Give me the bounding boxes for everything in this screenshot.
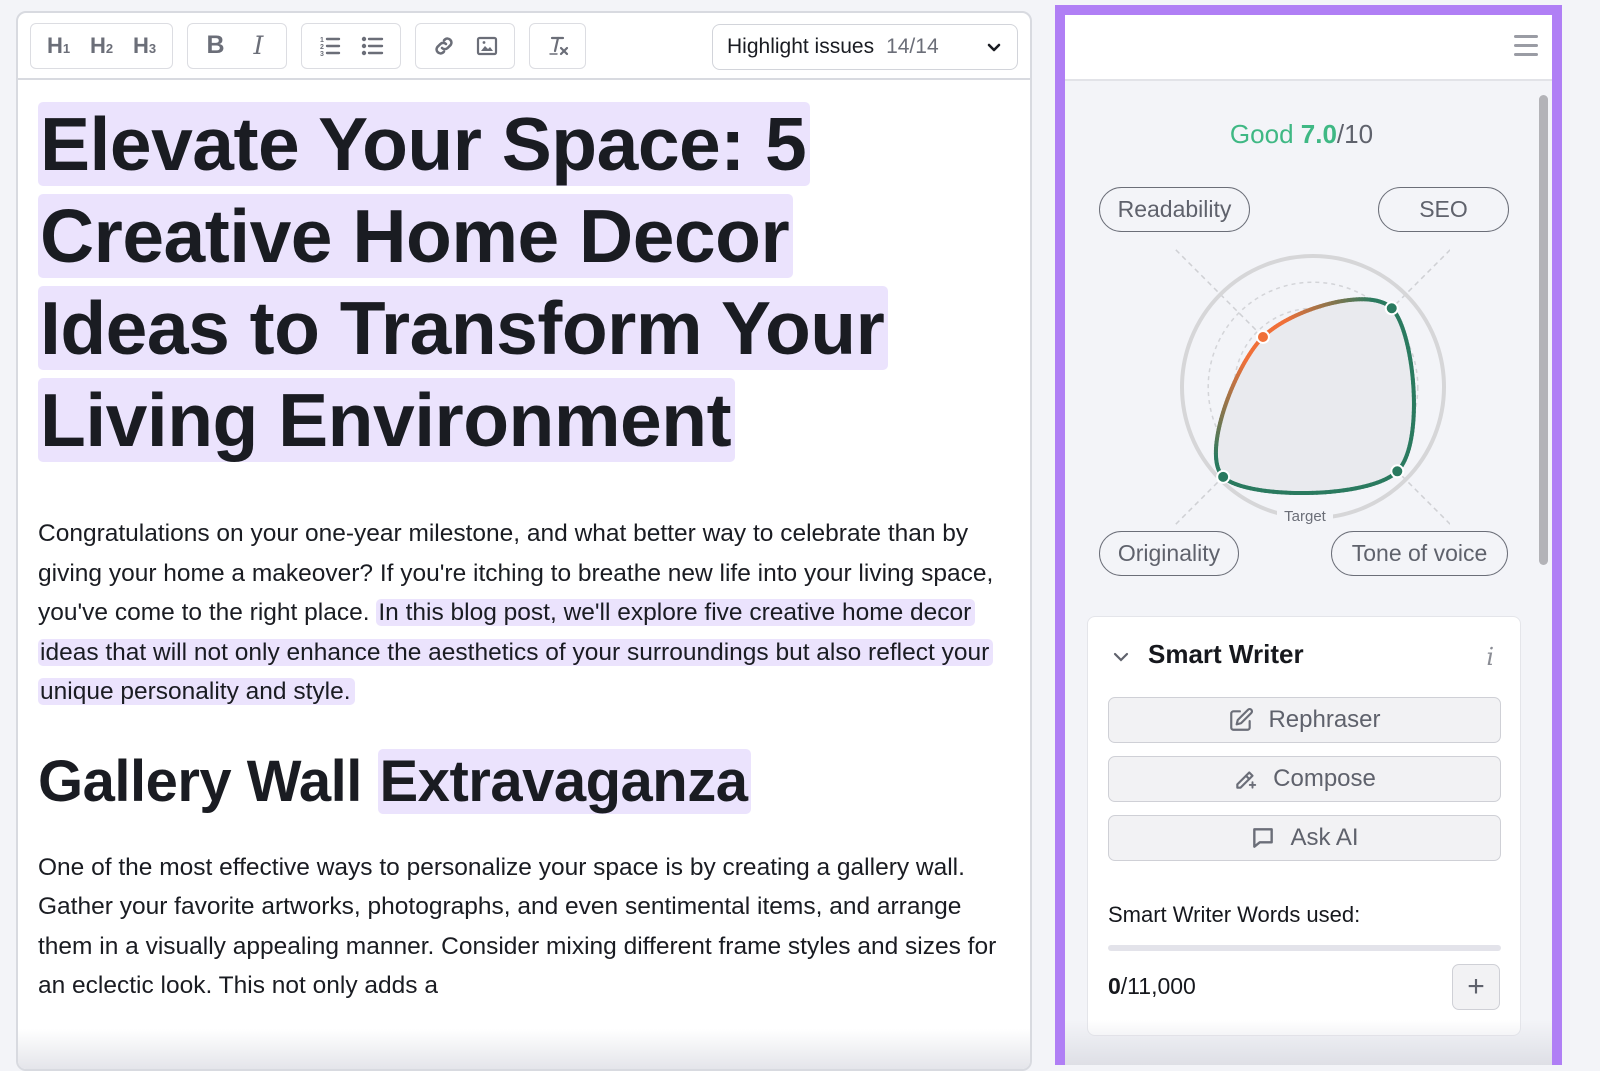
svg-text:1: 1 xyxy=(320,37,324,44)
text-style-group: B I xyxy=(187,23,287,69)
seo-pill[interactable]: SEO xyxy=(1378,187,1509,232)
magic-pen-icon xyxy=(1233,766,1259,792)
title-line: Creative Home Decor xyxy=(38,194,793,278)
add-words-button[interactable]: + xyxy=(1452,964,1500,1010)
italic-button[interactable]: I xyxy=(237,26,280,66)
collapse-chevron-icon[interactable] xyxy=(1112,651,1130,663)
section-heading-text: Gallery Wall xyxy=(38,749,378,814)
readability-pill[interactable]: Readability xyxy=(1099,187,1250,232)
image-icon xyxy=(475,34,499,58)
formatting-toolbar: H1 H2 H3 B I 123 xyxy=(18,13,1030,80)
document-content[interactable]: Elevate Your Space: 5 Creative Home Deco… xyxy=(18,80,1030,1006)
radar-point-originality xyxy=(1217,471,1229,483)
smart-writer-title: Smart Writer xyxy=(1148,639,1304,670)
bottom-fade xyxy=(18,1029,1030,1069)
radar-point-tone-of-voice xyxy=(1391,465,1403,477)
ordered-list-icon: 123 xyxy=(318,34,342,58)
list-group: 123 xyxy=(301,23,401,69)
section-heading: Gallery Wall Extravaganza xyxy=(38,742,1010,822)
words-used-progress xyxy=(1108,945,1501,951)
highlight-issues-count: 14/14 xyxy=(886,35,939,59)
words-used-label: Smart Writer Words used: xyxy=(1108,902,1360,928)
heading-3-button[interactable]: H3 xyxy=(123,26,166,66)
highlighted-issue[interactable]: Extravaganza xyxy=(378,749,752,814)
clear-formatting-icon xyxy=(546,34,570,58)
ask-ai-label: Ask AI xyxy=(1290,824,1358,852)
h1-label: H xyxy=(47,33,63,59)
panel-scrollbar[interactable] xyxy=(1539,95,1548,565)
svg-text:2: 2 xyxy=(320,44,324,51)
heading-group: H1 H2 H3 xyxy=(30,23,173,69)
h1-sub: 1 xyxy=(63,41,70,56)
section-paragraph: One of the most effective ways to person… xyxy=(38,848,1010,1006)
link-button[interactable] xyxy=(422,26,465,66)
panel-header xyxy=(1065,15,1552,81)
heading-1-button[interactable]: H1 xyxy=(37,26,80,66)
bullet-list-icon xyxy=(361,34,385,58)
bullet-list-button[interactable] xyxy=(351,26,394,66)
ordered-list-button[interactable]: 123 xyxy=(308,26,351,66)
link-icon xyxy=(432,34,456,58)
score-value: 7.0 xyxy=(1301,119,1337,149)
insert-group xyxy=(415,23,515,69)
clear-formatting-button[interactable] xyxy=(536,26,579,66)
info-icon[interactable]: i xyxy=(1486,643,1494,671)
highlight-issues-label: Highlight issues xyxy=(727,35,874,59)
words-used-count: 0/11,000 xyxy=(1108,973,1196,1000)
overall-score: Good 7.0/10 xyxy=(1065,119,1538,150)
smart-writer-card: Smart Writer i Rephraser Compose Ask AI … xyxy=(1087,616,1521,1036)
words-limit: /11,000 xyxy=(1121,973,1196,999)
ask-ai-button[interactable]: Ask AI xyxy=(1108,815,1501,861)
compose-button[interactable]: Compose xyxy=(1108,756,1501,802)
document-title: Elevate Your Space: 5 Creative Home Deco… xyxy=(38,98,1010,466)
editor-pane: H1 H2 H3 B I 123 xyxy=(16,11,1032,1071)
title-line: Living Environment xyxy=(38,378,735,462)
h2-sub: 2 xyxy=(106,41,113,56)
edit-icon xyxy=(1228,707,1254,733)
clear-format-group xyxy=(529,23,586,69)
tone-of-voice-pill[interactable]: Tone of voice xyxy=(1331,531,1508,576)
radar-point-readability xyxy=(1257,331,1269,343)
highlight-issues-dropdown[interactable]: Highlight issues 14/14 xyxy=(712,24,1018,70)
hamburger-menu-icon[interactable] xyxy=(1514,35,1538,57)
seo-writing-assistant-panel: Good 7.0/10 Readability SEO Originality … xyxy=(1055,5,1562,1065)
rephraser-label: Rephraser xyxy=(1268,706,1380,734)
h3-label: H xyxy=(133,33,149,59)
h3-sub: 3 xyxy=(149,41,156,56)
heading-2-button[interactable]: H2 xyxy=(80,26,123,66)
score-radar-chart: Target xyxy=(1160,237,1450,537)
svg-text:3: 3 xyxy=(320,51,324,58)
radar-point-seo xyxy=(1386,302,1398,314)
h2-label: H xyxy=(90,33,106,59)
rephraser-button[interactable]: Rephraser xyxy=(1108,697,1501,743)
radar-fill-area xyxy=(1216,299,1414,493)
words-used-value: 0 xyxy=(1108,973,1121,999)
title-line: Elevate Your Space: 5 xyxy=(38,102,810,186)
bold-button[interactable]: B xyxy=(194,26,237,66)
title-line: Ideas to Transform Your xyxy=(38,286,888,370)
originality-pill[interactable]: Originality xyxy=(1099,531,1239,576)
compose-label: Compose xyxy=(1273,765,1376,793)
target-label: Target xyxy=(1284,508,1327,525)
score-max: /10 xyxy=(1337,119,1373,149)
intro-paragraph: Congratulations on your one-year milesto… xyxy=(38,514,1010,712)
score-label: Good xyxy=(1230,119,1294,149)
chevron-down-icon xyxy=(985,38,1003,56)
image-button[interactable] xyxy=(465,26,508,66)
chat-bubble-icon xyxy=(1250,825,1276,851)
